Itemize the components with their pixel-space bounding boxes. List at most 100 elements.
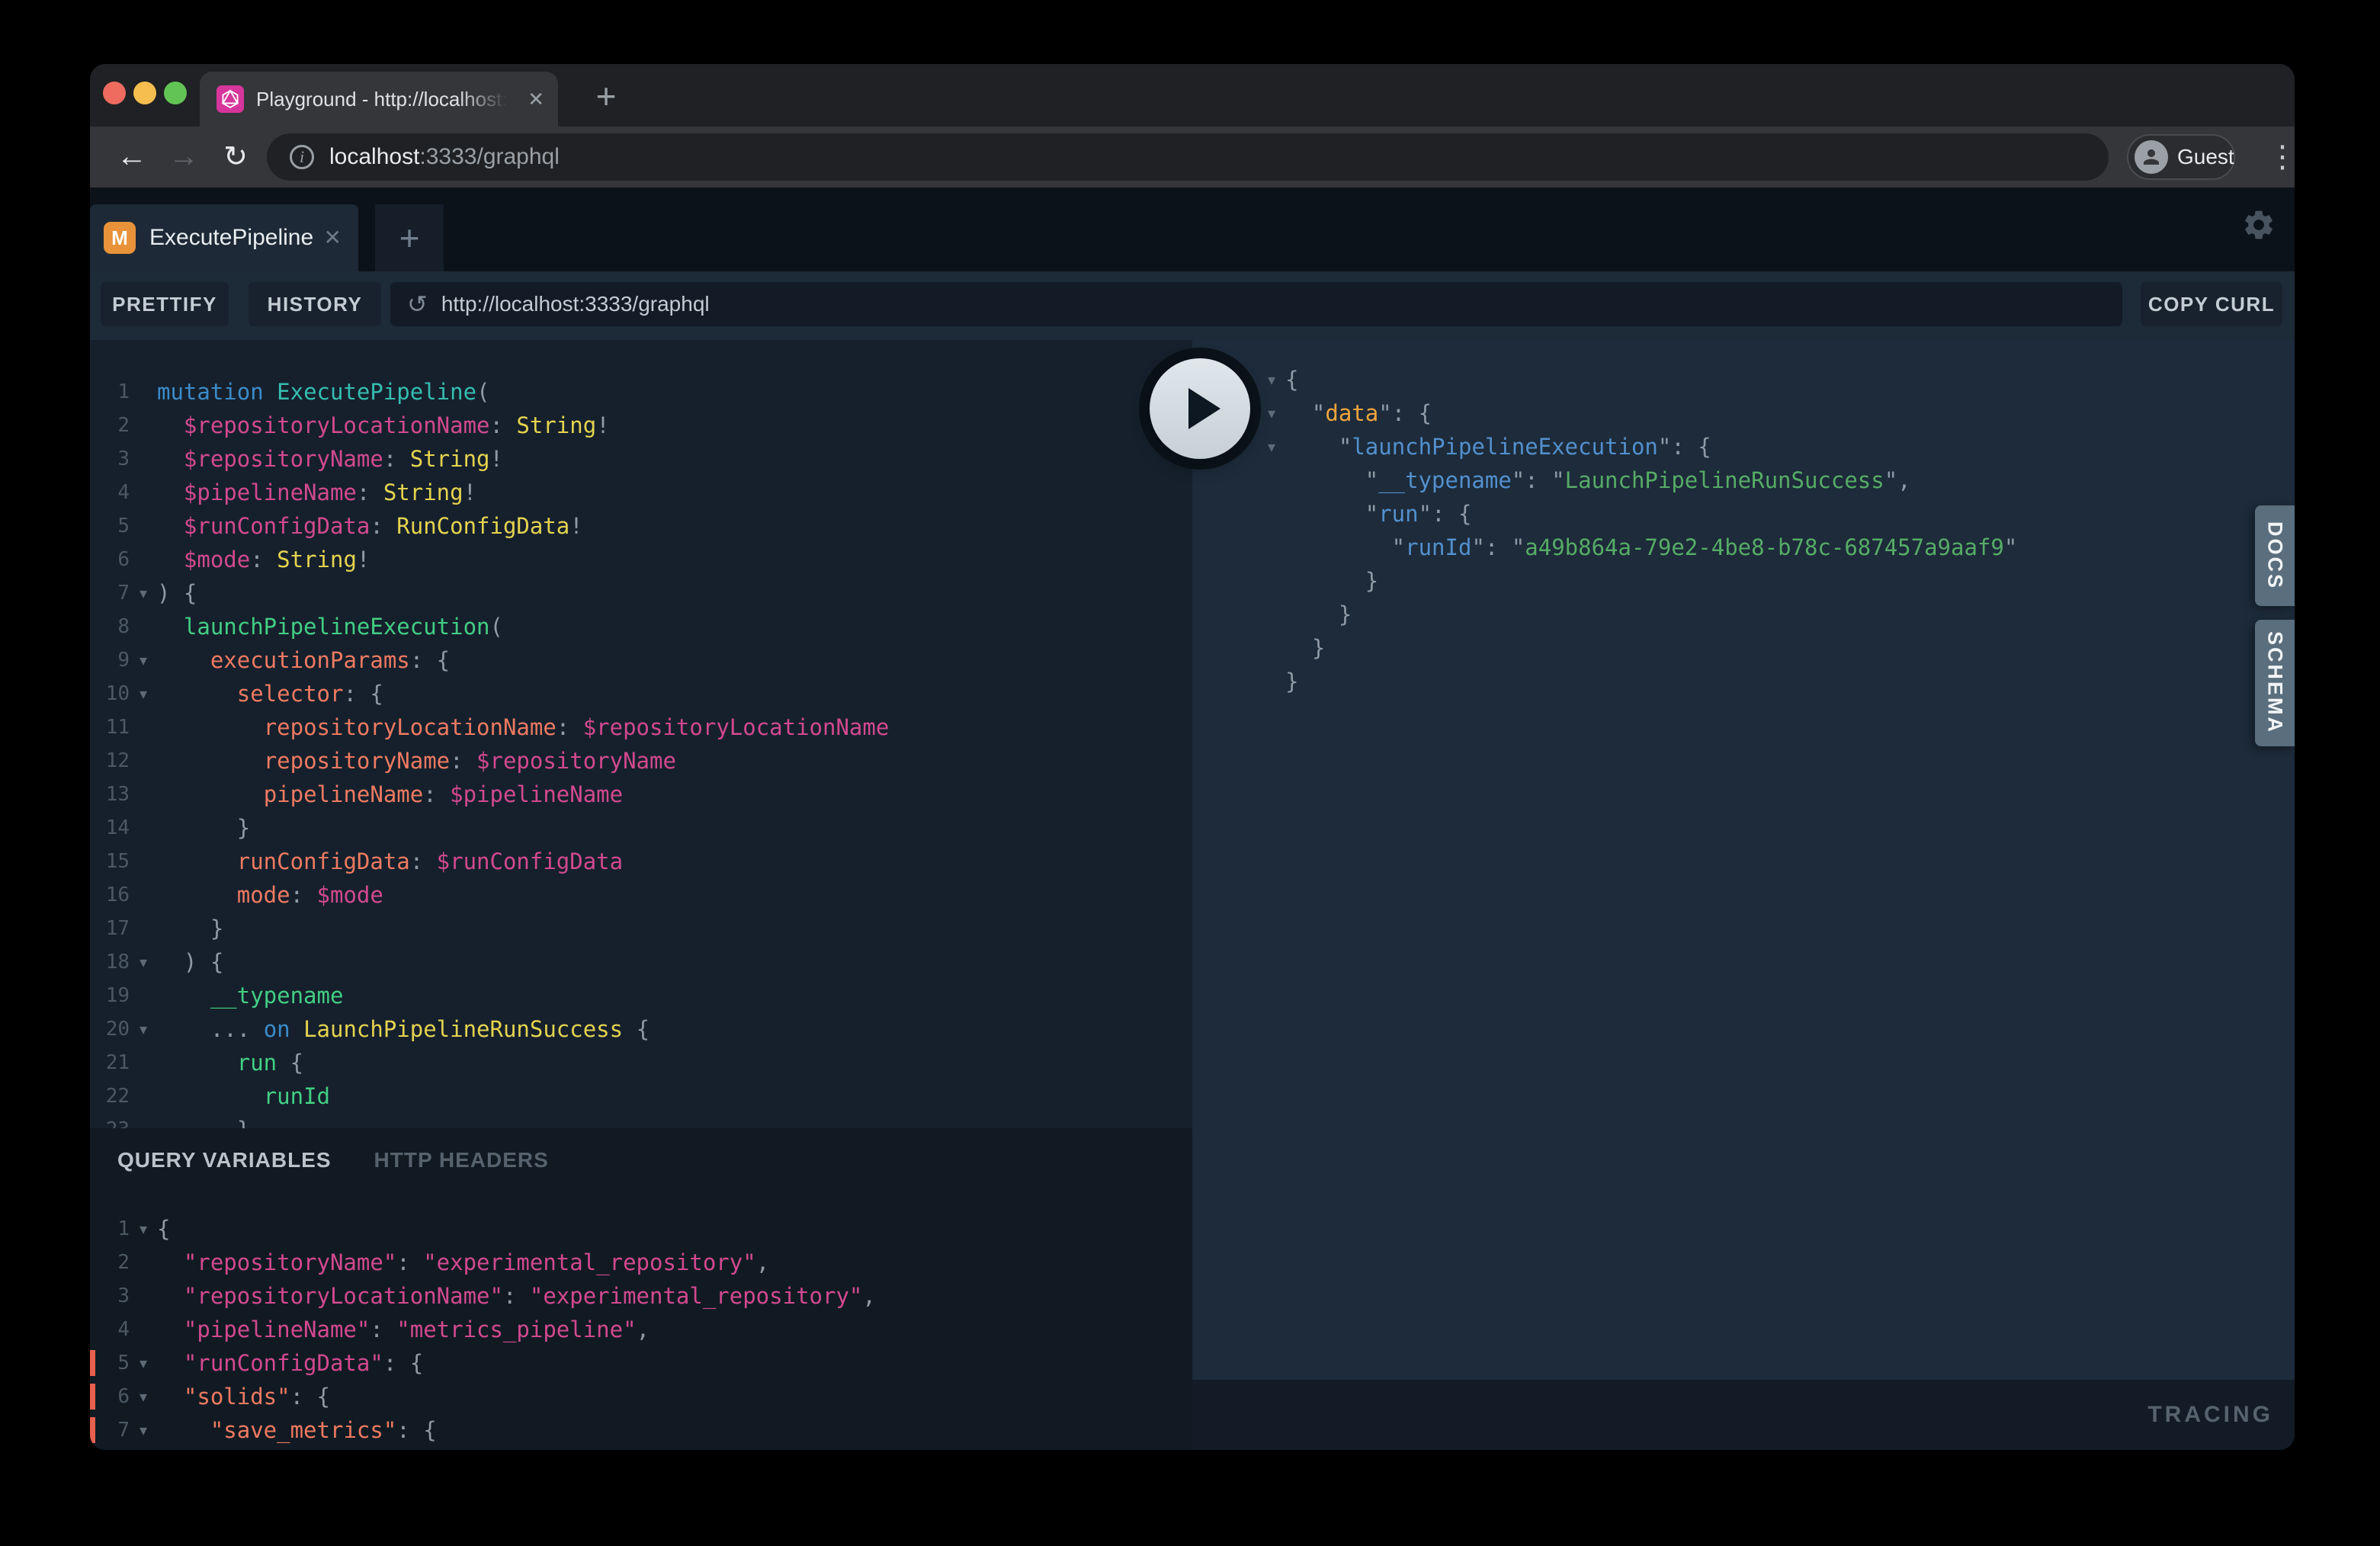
- code-text: "data": {: [1285, 396, 1432, 430]
- copy-curl-button[interactable]: COPY CURL: [2141, 282, 2282, 326]
- code-line[interactable]: 2 $repositoryLocationName: String!: [90, 409, 1192, 442]
- fold-arrow-icon[interactable]: ▾: [1258, 438, 1285, 457]
- code-line[interactable]: "runId": "a49b864a-79e2-4be8-b78c-687457…: [1258, 531, 2295, 564]
- browser-tab-title: Playground - http://localhost:3: [256, 88, 508, 111]
- history-button[interactable]: HISTORY: [249, 282, 381, 326]
- browser-tab[interactable]: Playground - http://localhost:3 ✕: [200, 72, 558, 127]
- variables-editor[interactable]: 1▾{2 "repositoryName": "experimental_rep…: [90, 1192, 1192, 1447]
- code-text: "repositoryName": "experimental_reposito…: [157, 1246, 769, 1279]
- fold-arrow-icon[interactable]: ▾: [130, 685, 157, 704]
- code-line[interactable]: 8 launchPipelineExecution(: [90, 610, 1192, 643]
- code-line[interactable]: ▾ "launchPipelineExecution": {: [1258, 430, 2295, 463]
- code-line[interactable]: 4 "pipelineName": "metrics_pipeline",: [90, 1313, 1192, 1346]
- line-number: 16: [90, 884, 130, 906]
- code-text: $mode: String!: [157, 543, 370, 576]
- code-line[interactable]: }: [1258, 598, 2295, 631]
- line-number: 8: [90, 615, 130, 638]
- docs-side-tab[interactable]: DOCS: [2255, 505, 2295, 606]
- code-line[interactable]: }: [1258, 564, 2295, 598]
- code-line[interactable]: 21 run {: [90, 1046, 1192, 1079]
- code-line[interactable]: 7▾) {: [90, 576, 1192, 610]
- code-line[interactable]: 15 runConfigData: $runConfigData: [90, 845, 1192, 878]
- minimize-window-button[interactable]: [133, 82, 156, 104]
- playground-tab-executepipeline[interactable]: M ExecutePipeline ✕: [90, 204, 358, 271]
- code-text: }: [1285, 665, 1298, 698]
- code-line[interactable]: }: [1258, 665, 2295, 698]
- fold-arrow-icon[interactable]: ▾: [130, 953, 157, 972]
- fold-arrow-icon[interactable]: ▾: [130, 1020, 157, 1039]
- reload-button[interactable]: ↻: [213, 134, 258, 178]
- code-line[interactable]: 13 pipelineName: $pipelineName: [90, 778, 1192, 811]
- playground-tab-close-icon[interactable]: ✕: [324, 227, 342, 249]
- code-line[interactable]: 3 $repositoryName: String!: [90, 442, 1192, 476]
- settings-gear-icon[interactable]: [2241, 207, 2276, 242]
- error-marker-icon: [90, 1417, 95, 1443]
- tab-query-variables[interactable]: QUERY VARIABLES: [117, 1148, 332, 1172]
- schema-side-tab[interactable]: SCHEMA: [2255, 620, 2295, 746]
- query-pane: 1mutation ExecutePipeline(2 $repositoryL…: [90, 340, 1192, 1450]
- fold-arrow-icon[interactable]: ▾: [130, 1387, 157, 1406]
- code-text: }: [1285, 631, 1325, 665]
- code-line[interactable]: 5 $runConfigData: RunConfigData!: [90, 509, 1192, 543]
- code-line[interactable]: 14 }: [90, 811, 1192, 845]
- code-line[interactable]: "__typename": "LaunchPipelineRunSuccess"…: [1258, 463, 2295, 497]
- query-editor[interactable]: 1mutation ExecutePipeline(2 $repositoryL…: [90, 340, 1192, 1128]
- execute-play-button[interactable]: [1150, 358, 1250, 459]
- code-line[interactable]: 19 __typename: [90, 979, 1192, 1012]
- fold-arrow-icon[interactable]: ▾: [130, 584, 157, 603]
- endpoint-url: http://localhost:3333/graphql: [441, 292, 710, 316]
- line-number: 14: [90, 816, 130, 839]
- profile-button[interactable]: Guest: [2127, 134, 2235, 180]
- browser-tab-close-icon[interactable]: ✕: [528, 89, 544, 109]
- code-line[interactable]: 23 }: [90, 1113, 1192, 1128]
- fold-arrow-icon[interactable]: ▾: [130, 1421, 157, 1440]
- zoom-window-button[interactable]: [164, 82, 187, 104]
- tracing-toggle[interactable]: TRACING: [2147, 1402, 2273, 1428]
- code-line[interactable]: 6▾ "solids": {: [90, 1380, 1192, 1413]
- line-number: 1: [90, 1217, 130, 1240]
- fold-arrow-icon[interactable]: ▾: [130, 651, 157, 670]
- code-line[interactable]: 6 $mode: String!: [90, 543, 1192, 576]
- tab-http-headers[interactable]: HTTP HEADERS: [374, 1148, 549, 1172]
- site-info-icon[interactable]: i: [290, 145, 314, 169]
- endpoint-history-icon[interactable]: ↺: [407, 290, 428, 319]
- code-line[interactable]: 1▾{: [90, 1212, 1192, 1246]
- code-line[interactable]: 11 repositoryLocationName: $repositoryLo…: [90, 710, 1192, 744]
- code-line[interactable]: 9▾ executionParams: {: [90, 643, 1192, 677]
- code-line[interactable]: 22 runId: [90, 1079, 1192, 1113]
- code-line[interactable]: 16 mode: $mode: [90, 878, 1192, 912]
- code-line[interactable]: }: [1258, 631, 2295, 665]
- code-line[interactable]: 20▾ ... on LaunchPipelineRunSuccess {: [90, 1012, 1192, 1046]
- code-line[interactable]: ▾ "data": {: [1258, 396, 2295, 430]
- fold-arrow-icon[interactable]: ▾: [1258, 404, 1285, 423]
- address-bar[interactable]: i localhost :3333/graphql: [267, 133, 2109, 181]
- code-line[interactable]: 4 $pipelineName: String!: [90, 476, 1192, 509]
- forward-button[interactable]: →: [162, 134, 206, 178]
- code-line[interactable]: ▾{: [1258, 363, 2295, 396]
- code-line[interactable]: 2 "repositoryName": "experimental_reposi…: [90, 1246, 1192, 1279]
- prettify-button[interactable]: PRETTIFY: [101, 282, 229, 326]
- fold-arrow-icon[interactable]: ▾: [1258, 370, 1285, 390]
- code-text: }: [157, 912, 223, 945]
- back-button[interactable]: ←: [110, 134, 154, 178]
- code-line[interactable]: 3 "repositoryLocationName": "experimenta…: [90, 1279, 1192, 1313]
- code-line[interactable]: "run": {: [1258, 497, 2295, 531]
- code-line[interactable]: 5▾ "runConfigData": {: [90, 1346, 1192, 1380]
- fold-arrow-icon[interactable]: ▾: [130, 1220, 157, 1239]
- line-number: 12: [90, 749, 130, 772]
- code-line[interactable]: 12 repositoryName: $repositoryName: [90, 744, 1192, 778]
- code-line[interactable]: 17 }: [90, 912, 1192, 945]
- url-host: localhost: [329, 144, 419, 170]
- line-number: 7: [90, 582, 130, 605]
- playground-new-tab-button[interactable]: +: [375, 204, 444, 271]
- code-line[interactable]: 18▾ ) {: [90, 945, 1192, 979]
- browser-menu-icon[interactable]: ⋮: [2261, 136, 2295, 178]
- fold-arrow-icon[interactable]: ▾: [130, 1354, 157, 1373]
- close-window-button[interactable]: [103, 82, 126, 104]
- browser-window: Playground - http://localhost:3 ✕ + ← → …: [90, 64, 2295, 1450]
- browser-new-tab-button[interactable]: +: [585, 75, 627, 117]
- endpoint-input[interactable]: ↺ http://localhost:3333/graphql: [390, 282, 2122, 326]
- code-line[interactable]: 1mutation ExecutePipeline(: [90, 375, 1192, 409]
- code-line[interactable]: 7▾ "save_metrics": {: [90, 1413, 1192, 1447]
- code-line[interactable]: 10▾ selector: {: [90, 677, 1192, 710]
